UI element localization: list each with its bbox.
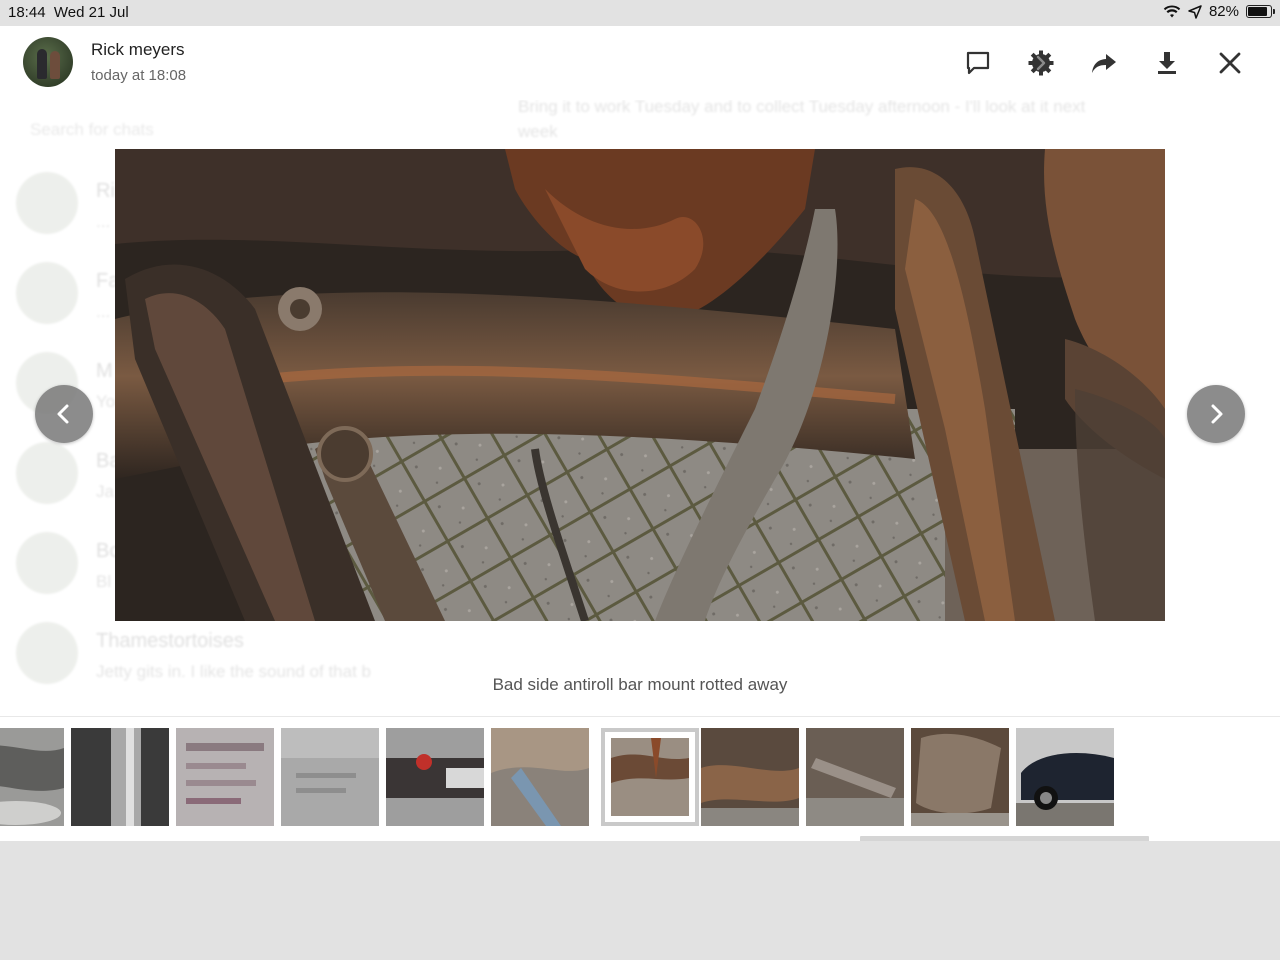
battery-percent: 82%: [1208, 3, 1239, 20]
previous-photo-button[interactable]: [35, 385, 93, 443]
status-time-date: 18:44 Wed 21 Jul: [8, 4, 129, 21]
settings-button[interactable]: [1022, 46, 1059, 80]
background-avatar: [16, 262, 78, 324]
image-viewer: Search for chats Bring it to work Tuesda…: [0, 26, 1280, 841]
close-icon: [1219, 52, 1240, 74]
thumbnail[interactable]: [281, 728, 379, 826]
background-contact-name: Ri: [96, 180, 115, 202]
reply-comment-button[interactable]: [959, 46, 996, 80]
location-arrow-icon: [1188, 4, 1202, 19]
thumbnail[interactable]: [806, 728, 904, 826]
battery-icon: [1246, 5, 1275, 18]
wifi-icon: [1163, 4, 1181, 17]
background-contact-snippet: ...: [96, 212, 111, 231]
settings-gear-icon: [1028, 50, 1053, 76]
background-contact-snippet: Yo: [96, 392, 116, 411]
sent-time: today at 18:08: [91, 67, 187, 84]
share-forward-icon: [1091, 54, 1116, 73]
background-contact-name: Thamestortoises: [96, 630, 244, 652]
background-contact-snippet: ...: [96, 302, 111, 321]
status-bar: 18:44 Wed 21 Jul 82%: [0, 0, 1280, 26]
background-contact-name: M: [96, 360, 113, 382]
background-search: Search for chats: [30, 120, 154, 139]
comment-icon: [966, 51, 989, 75]
background-avatar: [16, 442, 78, 504]
download-button[interactable]: [1148, 46, 1185, 80]
thumbnail[interactable]: [0, 728, 64, 826]
chevron-right-icon: [1211, 404, 1223, 424]
share-button[interactable]: [1085, 46, 1122, 80]
thumbnail[interactable]: [701, 728, 799, 826]
background-contact-snippet: Ja: [96, 482, 114, 501]
avatar[interactable]: [23, 37, 73, 87]
main-photo: [115, 149, 1165, 621]
chevron-left-icon: [57, 404, 69, 424]
thumbnail[interactable]: [491, 728, 589, 826]
thumbnail[interactable]: [1016, 728, 1114, 826]
next-photo-button[interactable]: [1187, 385, 1245, 443]
thumbnail[interactable]: [176, 728, 274, 826]
viewer-header: Rick meyers today at 18:08: [0, 26, 1280, 100]
thumbnail[interactable]: [71, 728, 169, 826]
thumbnail[interactable]: [911, 728, 1009, 826]
sender-name: Rick meyers: [91, 40, 185, 59]
background-avatar: [16, 532, 78, 594]
viewer-toolbar: [959, 46, 1248, 80]
thumbnail-strip[interactable]: [0, 716, 1280, 841]
thumbnail-selected[interactable]: [601, 728, 699, 826]
close-button[interactable]: [1211, 46, 1248, 80]
rusty-suspension-photo: [115, 149, 1165, 621]
download-icon: [1157, 52, 1176, 74]
background-avatar: [16, 172, 78, 234]
photo-caption: Bad side antiroll bar mount rotted away: [492, 675, 788, 694]
background-message: Bring it to work Tuesday and to collect …: [518, 97, 1086, 141]
background-contact-snippet: Bl: [96, 572, 112, 591]
thumbnail[interactable]: [386, 728, 484, 826]
empty-area: [0, 841, 1280, 960]
